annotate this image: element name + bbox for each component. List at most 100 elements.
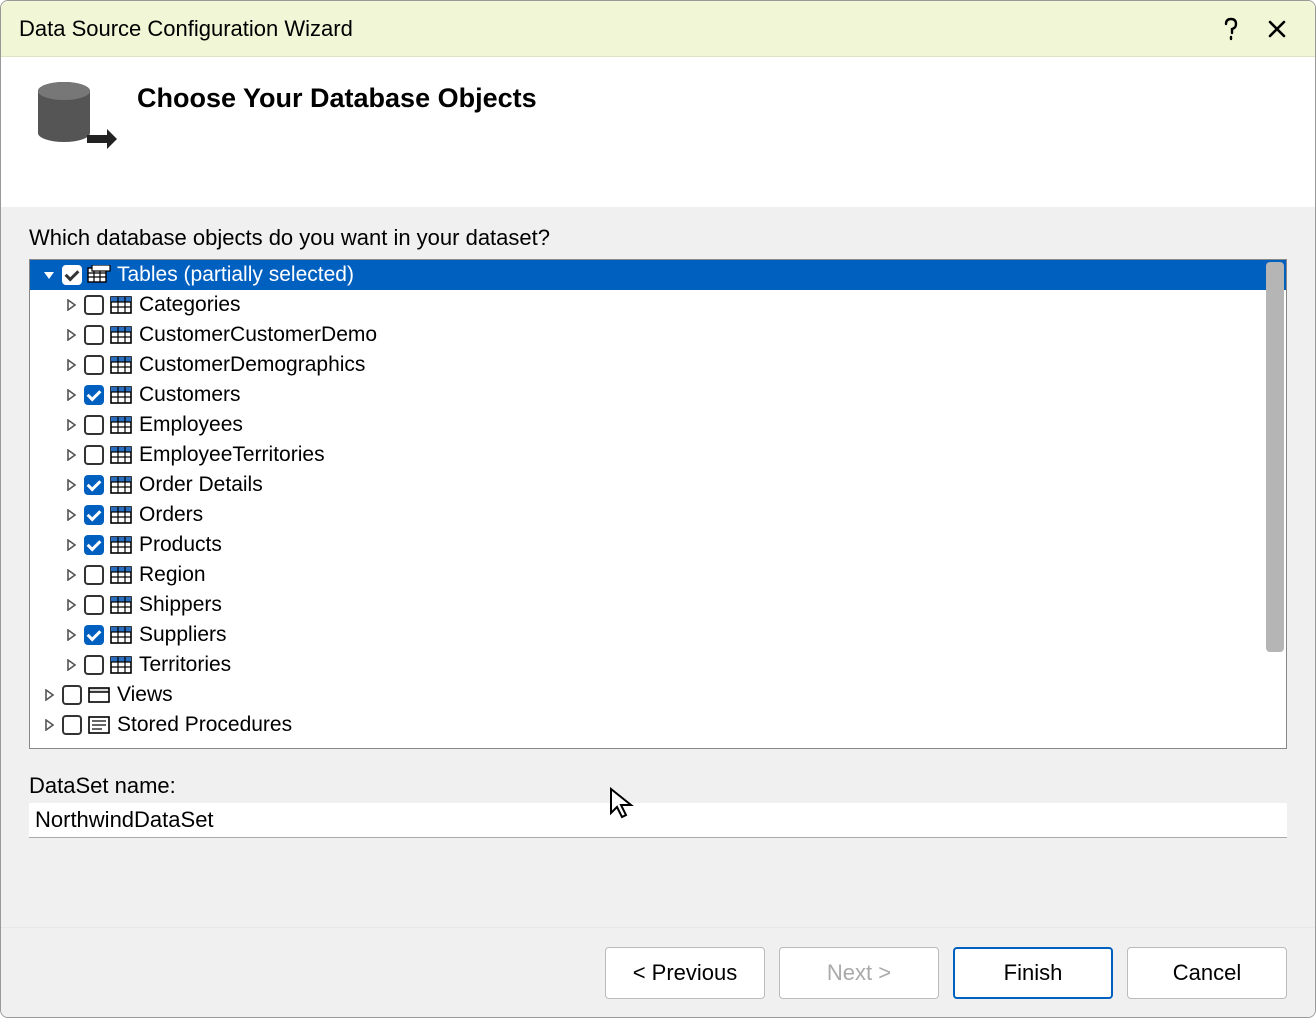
tree-node-label: Customers xyxy=(137,383,241,407)
checkbox-table[interactable] xyxy=(84,475,104,495)
tables-group-icon xyxy=(87,265,111,285)
tree-node-table[interactable]: Order Details xyxy=(30,470,1286,500)
checkbox-table[interactable] xyxy=(84,385,104,405)
expander-icon[interactable] xyxy=(64,328,78,342)
expander-icon[interactable] xyxy=(64,658,78,672)
tree-node-table[interactable]: Customers xyxy=(30,380,1286,410)
wizard-footer: < Previous Next > Finish Cancel xyxy=(1,927,1315,1017)
tree-node-table[interactable]: Categories xyxy=(30,290,1286,320)
tree-node-label: Employees xyxy=(137,413,243,437)
next-button: Next > xyxy=(779,947,939,999)
expander-icon[interactable] xyxy=(64,538,78,552)
expander-icon[interactable] xyxy=(64,508,78,522)
tree-node-label: EmployeeTerritories xyxy=(137,443,325,467)
tree-node-label: Suppliers xyxy=(137,623,227,647)
tree-node-label: Stored Procedures xyxy=(115,713,292,737)
tree-node-views[interactable]: Views xyxy=(30,680,1286,710)
tree-node-table[interactable]: Orders xyxy=(30,500,1286,530)
close-button[interactable] xyxy=(1257,9,1297,49)
checkbox-table[interactable] xyxy=(84,505,104,525)
tree-node-table[interactable]: Employees xyxy=(30,410,1286,440)
dataset-name-label: DataSet name: xyxy=(29,773,1287,799)
previous-button[interactable]: < Previous xyxy=(605,947,765,999)
expander-icon[interactable] xyxy=(42,688,56,702)
table-icon xyxy=(109,595,133,615)
tree-node-label: CustomerDemographics xyxy=(137,353,365,377)
expander-icon[interactable] xyxy=(64,358,78,372)
tree-node-table[interactable]: Suppliers xyxy=(30,620,1286,650)
titlebar: Data Source Configuration Wizard xyxy=(1,1,1315,57)
scrollbar-thumb[interactable] xyxy=(1266,262,1284,652)
tree-scroll[interactable]: Tables (partially selected) Categories Cu… xyxy=(30,260,1286,748)
checkbox-table[interactable] xyxy=(84,415,104,435)
table-icon xyxy=(109,535,133,555)
table-icon xyxy=(109,295,133,315)
tree-node-label: CustomerCustomerDemo xyxy=(137,323,377,347)
expander-icon[interactable] xyxy=(64,568,78,582)
prompt-text: Which database objects do you want in yo… xyxy=(29,225,1287,251)
expander-icon[interactable] xyxy=(42,718,56,732)
table-icon xyxy=(109,385,133,405)
wizard-window: Data Source Configuration Wizard Choose … xyxy=(0,0,1316,1018)
table-icon xyxy=(109,505,133,525)
checkbox-sprocs[interactable] xyxy=(62,715,82,735)
tree-node-label: Shippers xyxy=(137,593,222,617)
tree-node-table[interactable]: Region xyxy=(30,560,1286,590)
checkbox-table[interactable] xyxy=(84,625,104,645)
table-icon xyxy=(109,325,133,345)
tree-node-table[interactable]: EmployeeTerritories xyxy=(30,440,1286,470)
database-icon xyxy=(29,79,119,159)
expander-icon[interactable] xyxy=(64,628,78,642)
table-icon xyxy=(109,445,133,465)
checkbox-table[interactable] xyxy=(84,355,104,375)
expander-icon[interactable] xyxy=(64,478,78,492)
tree-node-label: Views xyxy=(115,683,173,707)
body-area: Which database objects do you want in yo… xyxy=(1,207,1315,927)
help-button[interactable] xyxy=(1211,9,1251,49)
tree-node-table[interactable]: Shippers xyxy=(30,590,1286,620)
tree-node-label: Territories xyxy=(137,653,231,677)
tree-node-label: Tables (partially selected) xyxy=(115,263,354,287)
page-heading: Choose Your Database Objects xyxy=(137,83,537,114)
expander-icon[interactable] xyxy=(64,448,78,462)
tree-node-label: Categories xyxy=(137,293,241,317)
tree-node-table[interactable]: Territories xyxy=(30,650,1286,680)
tree-node-label: Orders xyxy=(137,503,203,527)
checkbox-table[interactable] xyxy=(84,325,104,345)
tree-node-table[interactable]: CustomerDemographics xyxy=(30,350,1286,380)
checkbox-views[interactable] xyxy=(62,685,82,705)
expander-icon[interactable] xyxy=(42,268,56,282)
cancel-button[interactable]: Cancel xyxy=(1127,947,1287,999)
tree-node-sprocs[interactable]: Stored Procedures xyxy=(30,710,1286,740)
page-header: Choose Your Database Objects xyxy=(1,57,1315,207)
expander-icon[interactable] xyxy=(64,418,78,432)
sprocs-icon xyxy=(87,715,111,735)
table-icon xyxy=(109,625,133,645)
finish-button[interactable]: Finish xyxy=(953,947,1113,999)
table-icon xyxy=(109,655,133,675)
tree-node-label: Products xyxy=(137,533,222,557)
table-icon xyxy=(109,565,133,585)
dataset-name-input[interactable] xyxy=(29,803,1287,838)
tree-node-tables[interactable]: Tables (partially selected) xyxy=(30,260,1286,290)
checkbox-table[interactable] xyxy=(84,565,104,585)
table-icon xyxy=(109,355,133,375)
tree-node-table[interactable]: Products xyxy=(30,530,1286,560)
checkbox-table[interactable] xyxy=(84,535,104,555)
objects-tree[interactable]: Tables (partially selected) Categories Cu… xyxy=(29,259,1287,749)
checkbox-tables[interactable] xyxy=(62,265,82,285)
tree-node-label: Order Details xyxy=(137,473,263,497)
table-icon xyxy=(109,415,133,435)
table-icon xyxy=(109,475,133,495)
expander-icon[interactable] xyxy=(64,298,78,312)
checkbox-table[interactable] xyxy=(84,655,104,675)
expander-icon[interactable] xyxy=(64,598,78,612)
tree-node-table[interactable]: CustomerCustomerDemo xyxy=(30,320,1286,350)
expander-icon[interactable] xyxy=(64,388,78,402)
window-title: Data Source Configuration Wizard xyxy=(19,16,1205,42)
views-icon xyxy=(87,685,111,705)
checkbox-table[interactable] xyxy=(84,295,104,315)
checkbox-table[interactable] xyxy=(84,595,104,615)
tree-node-label: Region xyxy=(137,563,206,587)
checkbox-table[interactable] xyxy=(84,445,104,465)
